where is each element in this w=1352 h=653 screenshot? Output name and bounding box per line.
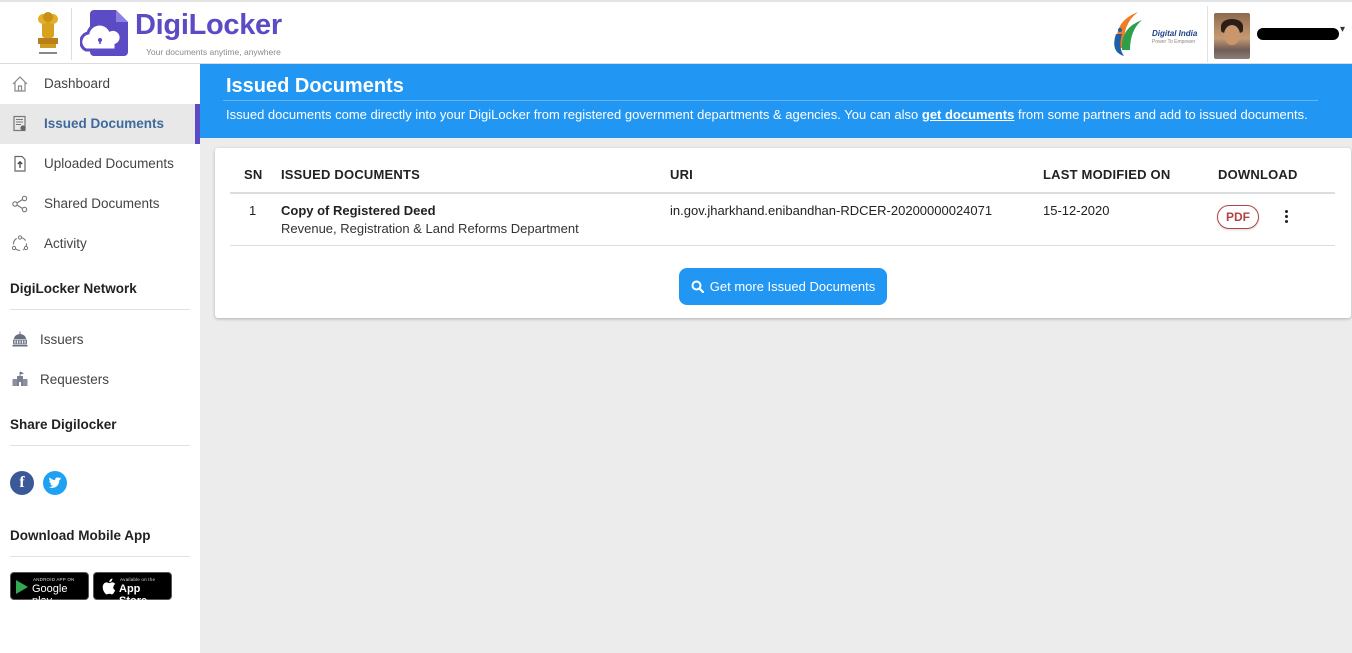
apple-icon [102,578,116,595]
user-avatar[interactable] [1214,13,1250,59]
column-header-issued-documents: ISSUED DOCUMENTS [281,167,420,182]
app-store-badge[interactable]: Available on the App Store [93,572,172,607]
app-store-caption: Available on the [120,577,156,582]
page-banner: Issued Documents Issued documents come d… [200,64,1352,138]
network-section-title: DigiLocker Network [10,281,137,296]
digital-india-logo: Digital India Power To Empower [1108,8,1204,58]
sidebar-item-label: Issued Documents [44,116,165,131]
google-play-label: Google play [32,583,68,607]
column-header-last-modified: LAST MODIFIED ON [1043,167,1171,182]
digital-india-swirl-icon [1114,12,1142,56]
digital-india-title: Digital India [1152,29,1198,38]
row-sn: 1 [249,203,257,218]
google-play-badge[interactable]: ANDROID APP ON Google play [10,572,89,607]
sidebar-item-uploaded-documents[interactable]: Uploaded Documents [0,144,200,184]
activity-icon [11,235,29,252]
google-play-icon [16,580,28,594]
brand-tagline: Your documents anytime, anywhere [146,47,281,57]
google-play-caption: ANDROID APP ON [33,577,75,582]
search-icon [691,280,704,293]
column-header-sn: SN [244,167,263,182]
more-options-icon[interactable] [1281,208,1291,226]
sidebar-item-dashboard[interactable]: Dashboard [0,64,200,104]
sidebar-item-label: Activity [44,236,87,251]
sidebar-item-activity[interactable]: Activity [0,224,200,264]
facebook-icon[interactable]: f [10,471,34,495]
header-divider [1207,6,1208,62]
section-divider [10,445,190,446]
get-documents-link[interactable]: get documents [922,107,1014,122]
digital-india-subtitle: Power To Empower [1152,39,1196,45]
government-building-icon [12,331,28,347]
header-divider [71,8,72,60]
twitter-bird-icon [48,477,62,488]
page-title: Issued Documents [226,75,404,97]
sidebar-item-issued-documents[interactable]: Issued Documents [0,104,200,144]
column-header-download: DOWNLOAD [1218,167,1298,182]
institution-icon [12,371,28,386]
sidebar-item-label: Uploaded Documents [44,156,174,171]
redacted-username[interactable] [1257,28,1339,40]
app-store-label: App Store [119,583,148,607]
brand-name[interactable]: DigiLocker [135,9,282,42]
sidebar-item-label: Requesters [40,372,110,387]
sidebar: Dashboard Issued Documents Uploaded Docu… [0,64,200,653]
last-modified-date: 15-12-2020 [1043,203,1110,218]
download-app-title: Download Mobile App [10,528,151,543]
certificate-icon [13,115,26,132]
description-text: from some partners and add to issued doc… [1014,107,1308,122]
share-icon [12,195,28,213]
top-header: DigiLocker Your documents anytime, anywh… [0,0,1352,64]
column-header-uri: URI [670,167,693,182]
home-icon [12,76,28,92]
table-row-divider [230,245,1335,246]
digilocker-logo-icon[interactable] [80,8,132,58]
sidebar-item-label: Issuers [40,332,84,347]
table-header-divider [230,192,1335,194]
description-text: Issued documents come directly into your… [226,107,922,122]
sidebar-item-requesters[interactable]: Requesters [0,361,200,397]
national-emblem-icon [38,12,58,54]
document-name[interactable]: Copy of Registered Deed [281,203,436,218]
file-upload-icon [14,155,26,172]
document-uri: in.gov.jharkhand.enibandhan-RDCER-202000… [670,203,993,218]
banner-divider [223,100,1318,101]
sidebar-item-label: Shared Documents [44,196,160,211]
document-issuer: Revenue, Registration & Land Reforms Dep… [281,221,579,236]
user-menu-caret-icon[interactable]: ▾ [1340,24,1345,35]
button-label: Get more Issued Documents [709,279,876,294]
sidebar-item-shared-documents[interactable]: Shared Documents [0,184,200,224]
issued-documents-card: SN ISSUED DOCUMENTS URI LAST MODIFIED ON… [215,148,1351,318]
download-pdf-button[interactable]: PDF [1217,205,1259,229]
get-more-issued-documents-button[interactable]: Get more Issued Documents [679,268,887,305]
section-divider [10,556,190,557]
sidebar-item-label: Dashboard [44,76,111,91]
section-divider [10,309,190,310]
share-section-title: Share Digilocker [10,417,117,432]
twitter-icon[interactable] [43,471,67,495]
page-description: Issued documents come directly into your… [226,107,1308,122]
sidebar-item-issuers[interactable]: Issuers [0,321,200,357]
